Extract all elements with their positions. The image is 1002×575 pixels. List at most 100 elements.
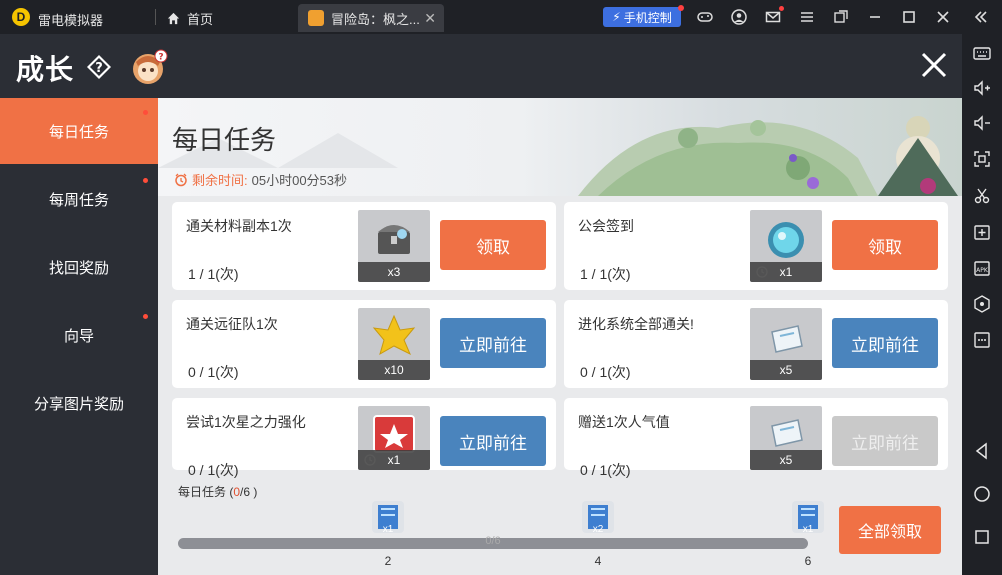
add-app-icon[interactable] [973,223,991,241]
daily-tasks-panel: 每日任务 剩余时间: 05小时00分53秒 通关材料副本1次 1 / 1(次) … [158,98,962,575]
scroll-ticket-icon [771,325,803,353]
reward-quantity: x1 [358,450,430,470]
close-window-icon[interactable] [935,9,951,25]
more-options-icon[interactable] [973,331,991,349]
menu-item-guide[interactable]: 向导 [0,302,158,368]
milestone-reward-qty: x2 [592,524,604,535]
milestone-value: 6 [804,554,812,568]
home-tab-label: 首页 [187,12,214,27]
menu-icon[interactable] [799,9,815,25]
task-card: 进化系统全部通关! 0 / 1(次) x5 立即前往 [564,300,948,388]
titlebar-divider [155,9,156,25]
milestone-reward-qty: x1 [802,524,814,535]
go-now-button[interactable]: 立即前往 [440,416,546,466]
menu-item-label: 向导 [63,327,94,345]
reward-quantity: x10 [358,360,430,380]
task-progress: 1 / 1(次) [188,266,239,282]
phone-control-label: 手机控制 [623,10,672,25]
menu-item-daily-tasks[interactable]: 每日任务 [0,98,158,164]
game-screen: 成长 ? ? 每日任务 每周任务 找回奖励 向导 分享图片奖励 每日任务 剩余时… [0,34,962,575]
milestone-reward-chest[interactable]: x2 [580,499,616,535]
reward-item-slot[interactable]: x3 [358,210,430,282]
phone-control-button[interactable]: ⚡ 手机控制 [603,5,684,27]
gamepad-icon[interactable] [697,9,713,25]
reward-item-slot[interactable]: x1 [358,406,430,470]
alarm-clock-icon [175,173,187,186]
keyboard-icon[interactable] [973,44,991,62]
milestone-reward-qty: x1 [382,524,394,535]
emulator-app-name: 雷电模拟器 [38,13,104,28]
user-icon[interactable] [731,9,747,25]
volume-down-icon[interactable] [973,114,991,132]
location-icon[interactable] [973,295,991,313]
restore-window-icon[interactable] [833,9,849,25]
mail-icon[interactable] [765,6,784,25]
task-card: 公会签到 1 / 1(次) x1 领取 [564,202,948,290]
growth-header: 成长 ? ? [0,34,962,98]
reward-quantity: x5 [750,450,822,470]
reward-item-slot[interactable]: x1 [750,210,822,282]
recent-apps-icon[interactable] [973,528,991,546]
gold-maple-leaf-icon [372,314,416,356]
milestone-reward-chest[interactable]: x1 [370,499,406,535]
svg-text:?: ? [95,61,103,76]
volume-up-icon[interactable] [973,79,991,97]
task-name: 赠送1次人气值 [578,414,670,430]
apk-install-icon[interactable]: APK [973,259,991,277]
banner-title: 每日任务 [172,125,277,155]
menu-item-recover-rewards[interactable]: 找回奖励 [0,234,158,300]
claim-button[interactable]: 领取 [440,220,546,270]
reward-item-slot[interactable]: x5 [750,406,822,470]
claim-button[interactable]: 领取 [832,220,938,270]
menu-item-share-rewards[interactable]: 分享图片奖励 [0,370,158,436]
task-card: 尝试1次星之力强化 0 / 1(次) x1 立即前往 [172,398,556,478]
reward-item-slot[interactable]: x5 [750,308,822,380]
notification-dot [678,5,684,11]
milestone-value: 4 [594,554,602,568]
claim-all-button[interactable]: 全部领取 [839,506,941,554]
home-nav-icon[interactable] [973,485,991,503]
collapse-sidebar-icon[interactable] [973,9,989,25]
game-tab-title: 冒险岛：枫之... [331,11,420,27]
help-icon[interactable]: ? [86,54,112,80]
reward-item-slot[interactable]: x10 [358,308,430,380]
treasure-chest-icon [378,225,410,254]
game-tab[interactable]: 冒险岛：枫之... ✕ [298,4,444,32]
guide-character-avatar[interactable]: ? [128,48,170,86]
task-name: 通关远征队1次 [186,316,278,332]
back-icon[interactable] [973,442,991,460]
go-now-button[interactable]: 立即前往 [832,318,938,368]
remaining-time: 剩余时间: 05小时00分53秒 [174,170,347,189]
daily-progress-text: 0/6 [485,535,501,547]
task-card: 赠送1次人气值 0 / 1(次) x5 立即前往 [564,398,948,478]
game-tab-icon [308,10,324,26]
menu-item-label: 每周任务 [48,191,109,209]
task-progress: 0 / 1(次) [580,462,631,478]
close-icon[interactable] [919,50,949,80]
fullscreen-icon[interactable] [973,150,991,168]
blue-orb-icon [768,222,804,258]
scissors-icon[interactable] [973,187,991,205]
task-name: 进化系统全部通关! [578,316,694,332]
maximize-icon[interactable] [901,9,917,25]
reward-quantity: x3 [358,262,430,282]
task-card: 通关材料副本1次 1 / 1(次) x3 领取 [172,202,556,290]
go-now-button-disabled[interactable]: 立即前往 [832,416,938,466]
task-progress: 0 / 1(次) [580,364,631,380]
menu-item-weekly-tasks[interactable]: 每周任务 [0,166,158,232]
tab-close-icon[interactable]: ✕ [424,10,436,27]
emulator-logo-icon: D [12,8,30,26]
go-now-button[interactable]: 立即前往 [440,318,546,368]
minimize-icon[interactable] [867,9,883,25]
daily-progress-prefix: 每日任务 ( [178,485,234,499]
menu-item-label: 每日任务 [48,123,109,141]
reward-quantity: x1 [750,262,822,282]
remaining-time-label: 剩余时间: [192,173,248,188]
milestone-value: 2 [384,554,392,568]
task-progress: 0 / 1(次) [188,462,239,478]
daily-progress-footer: 每日任务 (0/6 ) 0/6 x1 2 x2 4 x1 6 全部领取 [158,479,962,575]
milestone-reward-chest[interactable]: x1 [790,499,826,535]
home-tab[interactable]: 首页 [166,9,213,28]
task-name: 通关材料副本1次 [186,218,292,234]
emulator-side-toolbar: APK [962,34,1002,575]
